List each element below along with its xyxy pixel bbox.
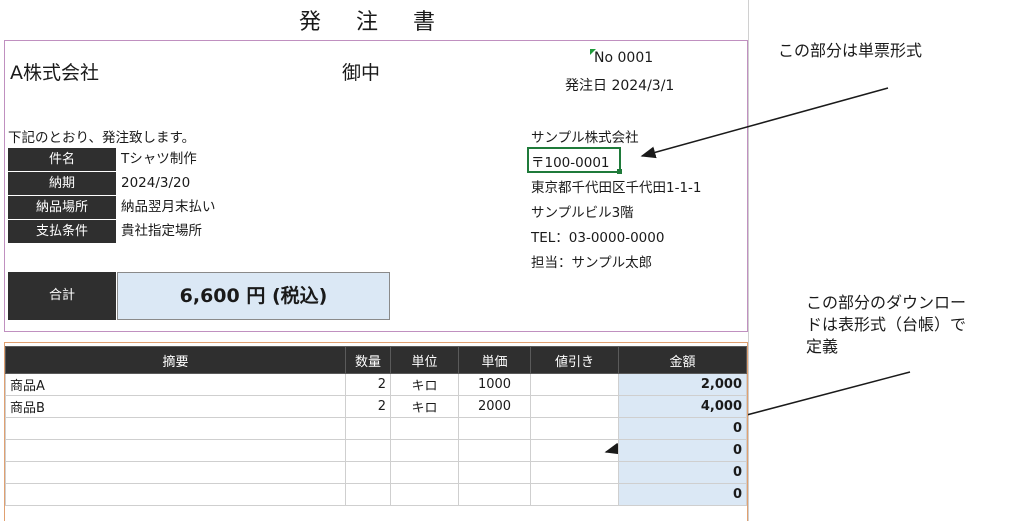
cell-discount[interactable] <box>530 395 619 418</box>
cell-description[interactable]: 商品A <box>5 373 346 396</box>
arrow-to-form <box>640 87 889 159</box>
header-unit[interactable]: 単位 <box>390 346 459 374</box>
header-amount[interactable]: 金額 <box>618 346 747 374</box>
table-row: 0 <box>5 417 747 440</box>
cell-unit-price[interactable]: 1000 <box>458 373 531 396</box>
table-row: 0 <box>5 461 747 484</box>
cell-unit[interactable] <box>390 439 459 462</box>
cell-unit-price[interactable] <box>458 417 531 440</box>
cell-unit[interactable]: キロ <box>390 395 459 418</box>
cell-unit[interactable] <box>390 483 459 506</box>
table-row: 商品A 2 キロ 1000 2,000 <box>5 373 747 396</box>
cell-description[interactable] <box>5 483 346 506</box>
cell-unit[interactable] <box>390 417 459 440</box>
cell-quantity[interactable] <box>345 439 391 462</box>
cell-unit-price[interactable] <box>458 461 531 484</box>
table-row: 商品B 2 キロ 2000 4,000 <box>5 395 747 418</box>
cell-unit[interactable]: キロ <box>390 373 459 396</box>
cell-unit-price[interactable] <box>458 439 531 462</box>
cell-discount[interactable] <box>530 483 619 506</box>
cell-amount[interactable]: 4,000 <box>618 395 747 418</box>
header-quantity[interactable]: 数量 <box>345 346 391 374</box>
cell-unit[interactable] <box>390 461 459 484</box>
cell-amount[interactable]: 2,000 <box>618 373 747 396</box>
header-description[interactable]: 摘要 <box>5 346 346 374</box>
cell-discount[interactable] <box>530 461 619 484</box>
cell-quantity[interactable] <box>345 417 391 440</box>
cell-discount[interactable] <box>530 417 619 440</box>
cell-amount[interactable]: 0 <box>618 461 747 484</box>
cell-amount[interactable]: 0 <box>618 483 747 506</box>
cell-quantity[interactable]: 2 <box>345 373 391 396</box>
header-discount[interactable]: 値引き <box>530 346 619 374</box>
items-table: 摘要 数量 単位 単価 値引き 金額 商品A 2 キロ 1000 2,000 商… <box>5 346 747 506</box>
cell-unit-price[interactable] <box>458 483 531 506</box>
cell-discount[interactable] <box>530 439 619 462</box>
cell-amount[interactable]: 0 <box>618 439 747 462</box>
cell-description[interactable]: 商品B <box>5 395 346 418</box>
cell-discount[interactable] <box>530 373 619 396</box>
cell-amount[interactable]: 0 <box>618 417 747 440</box>
cell-quantity[interactable] <box>345 483 391 506</box>
cell-quantity[interactable]: 2 <box>345 395 391 418</box>
header-unit-price[interactable]: 単価 <box>458 346 531 374</box>
cell-quantity[interactable] <box>345 461 391 484</box>
cell-description[interactable] <box>5 461 346 484</box>
cell-unit-price[interactable]: 2000 <box>458 395 531 418</box>
cell-description[interactable] <box>5 417 346 440</box>
table-row: 0 <box>5 483 747 506</box>
table-row: 0 <box>5 439 747 462</box>
table-header-row: 摘要 数量 単位 単価 値引き 金額 <box>5 346 747 374</box>
cell-description[interactable] <box>5 439 346 462</box>
